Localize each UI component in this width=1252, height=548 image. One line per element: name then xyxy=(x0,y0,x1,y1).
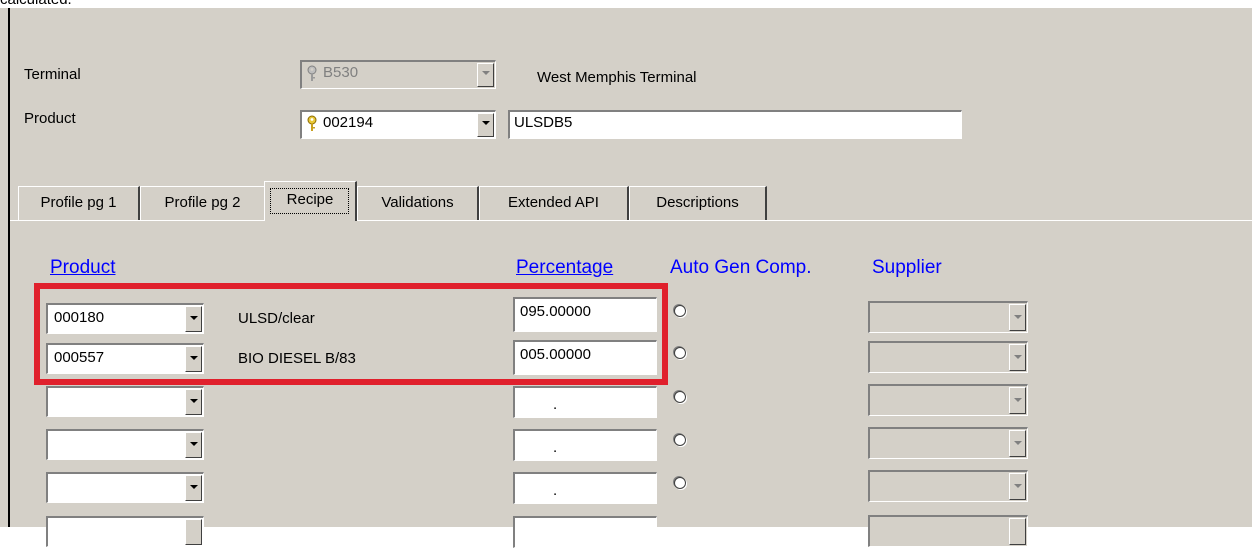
chevron-down-icon xyxy=(190,399,198,403)
tab-validations[interactable]: Validations xyxy=(357,186,479,220)
auto-gen-radio[interactable] xyxy=(674,305,686,317)
terminal-label: Terminal xyxy=(24,66,81,83)
supplier-dropdown-button xyxy=(1009,473,1026,500)
component-percentage-input[interactable]: . xyxy=(513,386,657,418)
supplier-select xyxy=(868,515,1028,547)
highlight-annotation-box xyxy=(34,283,668,385)
supplier-dropdown-button xyxy=(1009,430,1026,457)
percentage-value: . xyxy=(553,482,558,499)
product-select[interactable]: 002194 xyxy=(300,110,496,139)
tab-descriptions[interactable]: Descriptions xyxy=(629,186,767,220)
supplier-select xyxy=(868,301,1028,333)
column-header-percentage[interactable]: Percentage xyxy=(516,257,613,279)
terminal-name: West Memphis Terminal xyxy=(537,69,697,86)
product-name-value: ULSDB5 xyxy=(514,114,573,131)
product-code: 002194 xyxy=(323,114,374,131)
chevron-down-icon xyxy=(482,71,490,75)
tab-recipe[interactable]: Recipe xyxy=(264,181,357,221)
supplier-dropdown-button xyxy=(1009,304,1026,331)
tab-panel-edge xyxy=(10,220,1252,221)
chevron-down-icon xyxy=(1014,355,1022,359)
product-name-field[interactable]: ULSDB5 xyxy=(508,110,962,139)
component-product-select[interactable] xyxy=(46,386,204,417)
component-percentage-input[interactable]: . xyxy=(513,472,657,504)
tab-label: Validations xyxy=(381,194,454,211)
component-percentage-input[interactable] xyxy=(513,516,657,548)
caption-text: calculated. xyxy=(0,0,72,8)
tab-label: Extended API xyxy=(508,194,599,211)
component-product-select[interactable] xyxy=(46,472,204,503)
supplier-select xyxy=(868,341,1028,373)
terminal-dropdown-button xyxy=(477,63,494,87)
auto-gen-radio[interactable] xyxy=(674,434,686,446)
chevron-down-icon xyxy=(1014,398,1022,402)
chevron-down-icon xyxy=(190,485,198,489)
tab-extended-api[interactable]: Extended API xyxy=(479,186,629,220)
component-dropdown-button[interactable] xyxy=(185,432,202,458)
product-dropdown-button[interactable] xyxy=(477,113,494,137)
chevron-down-icon xyxy=(1014,484,1022,488)
tab-profile-pg-2[interactable]: Profile pg 2 xyxy=(140,186,266,220)
tab-label: Profile pg 2 xyxy=(164,194,241,211)
window-left-border xyxy=(8,8,10,527)
supplier-dropdown-button xyxy=(1009,518,1026,545)
auto-gen-radio[interactable] xyxy=(674,477,686,489)
component-percentage-input[interactable]: . xyxy=(513,429,657,461)
supplier-dropdown-button xyxy=(1009,387,1026,414)
chevron-down-icon xyxy=(1014,441,1022,445)
percentage-value: . xyxy=(553,439,558,456)
key-icon xyxy=(307,115,317,131)
supplier-select xyxy=(868,470,1028,502)
column-header-supplier: Supplier xyxy=(872,257,942,278)
chevron-down-icon xyxy=(1014,315,1022,319)
tab-label: Recipe xyxy=(286,191,334,208)
tab-profile-pg-1[interactable]: Profile pg 1 xyxy=(18,186,140,220)
component-product-select[interactable] xyxy=(46,516,204,547)
supplier-select xyxy=(868,427,1028,459)
component-dropdown-button[interactable] xyxy=(185,519,202,545)
component-product-select[interactable] xyxy=(46,429,204,460)
chevron-down-icon xyxy=(482,121,490,125)
chevron-down-icon xyxy=(190,442,198,446)
auto-gen-radio[interactable] xyxy=(674,347,686,359)
supplier-dropdown-button xyxy=(1009,344,1026,371)
column-header-auto-gen: Auto Gen Comp. xyxy=(670,257,812,278)
component-dropdown-button[interactable] xyxy=(185,389,202,415)
component-dropdown-button[interactable] xyxy=(185,475,202,501)
key-icon xyxy=(307,65,317,81)
column-header-product[interactable]: Product xyxy=(50,257,115,279)
product-label: Product xyxy=(24,110,76,127)
supplier-select xyxy=(868,384,1028,416)
percentage-value: . xyxy=(553,396,558,413)
terminal-code: B530 xyxy=(323,64,359,81)
auto-gen-radio[interactable] xyxy=(674,391,686,403)
tab-label: Profile pg 1 xyxy=(40,194,117,211)
terminal-select: B530 xyxy=(300,60,496,89)
tab-label: Descriptions xyxy=(656,194,739,211)
